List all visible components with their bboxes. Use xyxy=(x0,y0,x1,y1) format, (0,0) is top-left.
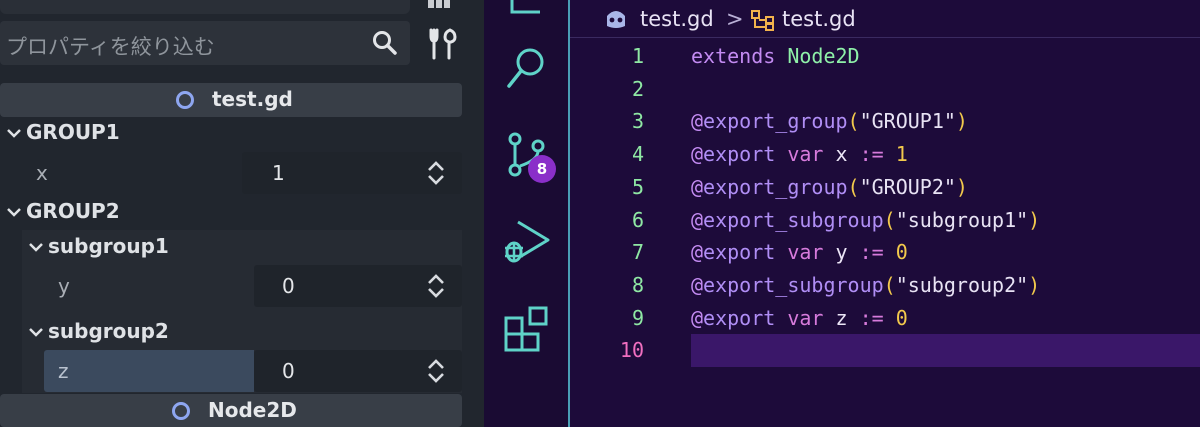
explorer-icon[interactable] xyxy=(502,0,552,26)
breadcrumb-symbol[interactable]: test.gd xyxy=(782,7,856,31)
line-number: 10 xyxy=(619,338,644,363)
line-number: 8 xyxy=(631,272,644,297)
section-header-node2d[interactable]: Node2D xyxy=(0,394,462,427)
property-row-z[interactable]: z 0 xyxy=(44,350,462,392)
line-number: 5 xyxy=(631,174,644,199)
code-line[interactable]: 4 @export var x := 1 xyxy=(570,138,1200,171)
search-icon[interactable] xyxy=(502,44,552,94)
property-value: 0 xyxy=(282,274,295,298)
line-number: 3 xyxy=(631,109,644,134)
code-line[interactable]: 9 @export var z := 0 xyxy=(570,302,1200,335)
line-number: 4 xyxy=(631,142,644,167)
breadcrumb: test.gd > test.gd xyxy=(570,0,1200,38)
code-line[interactable]: 5 @export_group("GROUP2") xyxy=(570,171,1200,204)
code-line[interactable]: 6 @export_subgroup("subgroup1") xyxy=(570,204,1200,237)
source-control-badge: 8 xyxy=(528,155,556,183)
code-line[interactable]: 2 xyxy=(570,73,1200,106)
group-label: GROUP1 xyxy=(26,120,120,144)
property-name: z xyxy=(58,359,69,383)
run-debug-icon[interactable] xyxy=(502,218,552,268)
extensions-icon[interactable] xyxy=(502,304,552,354)
section-title: test.gd xyxy=(212,87,293,111)
filter-properties-input[interactable]: プロパティを絞り込む xyxy=(0,21,410,65)
node-ring-icon xyxy=(172,402,190,420)
subgroup-header-subgroup2[interactable]: subgroup2 xyxy=(28,316,462,350)
code-text: extends Node2D xyxy=(691,44,860,68)
filter-placeholder: プロパティを絞り込む xyxy=(6,35,215,59)
tools-icon[interactable] xyxy=(428,28,458,60)
selected-property-highlight xyxy=(44,350,254,392)
code-text: @export var z := 0 xyxy=(691,305,908,330)
code-text: @export var y := 0 xyxy=(691,240,908,265)
code-text: @export_group("GROUP1") xyxy=(691,109,968,134)
spin-arrows-icon[interactable] xyxy=(426,273,446,299)
chevron-down-icon xyxy=(7,129,21,138)
line-number: 6 xyxy=(631,207,644,232)
code-line[interactable]: 3 @export_group("GROUP1") xyxy=(570,105,1200,138)
code-text: @export var x := 1 xyxy=(691,142,908,167)
current-line-highlight xyxy=(691,334,1200,368)
section-header-script[interactable]: test.gd xyxy=(0,83,462,117)
code-text: @export_subgroup("subgroup2") xyxy=(691,272,1041,297)
code-line[interactable]: 8 @export_subgroup("subgroup2") xyxy=(570,269,1200,302)
chevron-down-icon xyxy=(29,328,43,337)
code-editor[interactable]: test.gd > test.gd 1 extends Node2D 2 3 @expo… xyxy=(570,0,1200,427)
subgroup-label: subgroup1 xyxy=(48,234,169,258)
line-number: 1 xyxy=(631,44,644,68)
chevron-down-icon xyxy=(7,208,21,217)
property-value: 1 xyxy=(272,161,285,185)
line-number: 9 xyxy=(631,305,644,330)
property-value: 0 xyxy=(282,359,295,383)
chevron-down-icon xyxy=(29,243,43,252)
code-text: @export_group("GROUP2") xyxy=(691,174,968,199)
code-text: @export_subgroup("subgroup1") xyxy=(691,207,1041,232)
subgroup-label: subgroup2 xyxy=(48,319,169,343)
godot-file-icon xyxy=(607,11,625,28)
property-name: y xyxy=(58,274,70,298)
inspector-top-strip xyxy=(0,0,410,14)
breadcrumb-separator: > xyxy=(726,7,744,31)
spin-arrows-icon[interactable] xyxy=(426,160,446,186)
search-icon xyxy=(373,31,397,55)
history-icon[interactable] xyxy=(426,0,452,12)
property-row-x[interactable]: x 1 xyxy=(0,152,462,194)
code-line[interactable]: 10 xyxy=(570,334,1200,368)
property-row-y[interactable]: y 0 xyxy=(44,265,462,307)
symbol-class-icon xyxy=(751,10,774,31)
line-number: 7 xyxy=(631,240,644,265)
group-label: GROUP2 xyxy=(26,199,120,223)
script-ring-icon xyxy=(176,91,194,109)
group-header-group2[interactable]: GROUP2 xyxy=(6,196,462,230)
line-number: 2 xyxy=(631,76,644,101)
inspector-panel: プロパティを絞り込む test.gd GROUP1 x 1 GROUP2 sub… xyxy=(0,0,484,427)
subgroup-header-subgroup1[interactable]: subgroup1 xyxy=(28,231,462,265)
code-line[interactable]: 7 @export var y := 0 xyxy=(570,236,1200,269)
code-line[interactable]: 1 extends Node2D xyxy=(570,40,1200,73)
activity-bar xyxy=(484,0,570,427)
property-name: x xyxy=(36,161,48,185)
group-header-group1[interactable]: GROUP1 xyxy=(6,117,462,151)
section-title: Node2D xyxy=(208,398,297,422)
breadcrumb-file[interactable]: test.gd xyxy=(640,7,714,31)
spin-arrows-icon[interactable] xyxy=(426,358,446,384)
